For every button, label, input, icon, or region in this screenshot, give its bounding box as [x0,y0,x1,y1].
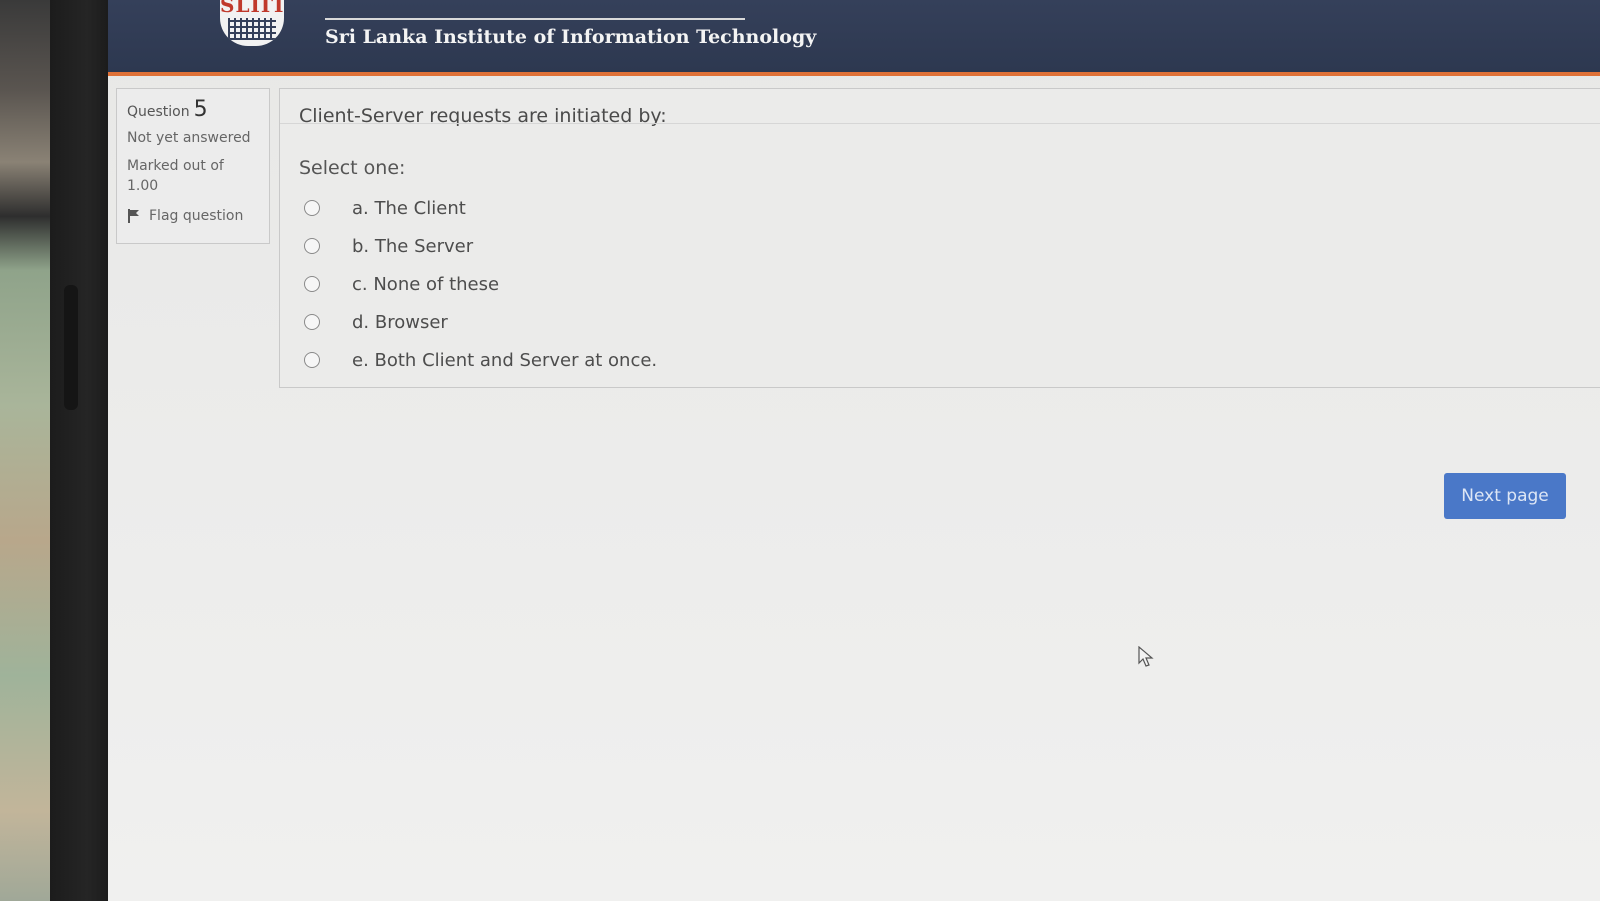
question-state: Not yet answered [127,130,251,146]
radio-button[interactable] [304,314,320,330]
answer-option-c[interactable]: c. None of these [304,265,657,303]
radio-button[interactable] [304,352,320,368]
laptop-bezel [50,0,112,901]
grade-label: Marked out of [127,158,224,174]
question-content: Client-Server requests are initiated by:… [279,88,1600,388]
flag-icon [128,209,139,223]
answer-option-b[interactable]: b. The Server [304,227,657,265]
header-rule [325,18,745,20]
site-header: SLIIT Sri Lanka Institute of Information… [108,0,1600,76]
question-info-panel: Question 5 Not yet answered Marked out of… [116,88,270,244]
logo-text: SLIIT [220,0,284,17]
radio-button[interactable] [304,200,320,216]
answer-label[interactable]: e. Both Client and Server at once. [352,350,657,371]
answer-label[interactable]: d. Browser [352,312,448,333]
question-number-value: 5 [193,97,208,122]
content-divider [280,123,1600,124]
question-label: Question [127,104,190,120]
question-grade: Marked out of 1.00 [127,156,259,196]
answer-label[interactable]: a. The Client [352,198,466,219]
answer-prompt: Select one: [299,157,406,179]
answer-label[interactable]: c. None of these [352,274,499,295]
grade-value: 1.00 [127,178,159,194]
logo-crest-icon [228,18,276,40]
screen: SLIIT Sri Lanka Institute of Information… [108,0,1600,901]
flag-question-label: Flag question [149,208,244,224]
flag-question-link[interactable]: Flag question [127,208,259,224]
radio-button[interactable] [304,238,320,254]
next-page-button[interactable]: Next page [1444,473,1566,519]
sliit-logo[interactable]: SLIIT [220,0,284,46]
answer-label[interactable]: b. The Server [352,236,473,257]
bezel-hinge [64,285,78,410]
answer-option-d[interactable]: d. Browser [304,303,657,341]
answer-list: a. The Client b. The Server c. None of t… [304,189,657,379]
institution-name: Sri Lanka Institute of Information Techn… [325,26,817,48]
question-number: Question 5 [127,97,259,122]
answer-option-e[interactable]: e. Both Client and Server at once. [304,341,657,379]
radio-button[interactable] [304,276,320,292]
answer-option-a[interactable]: a. The Client [304,189,657,227]
mouse-cursor-icon [1138,646,1154,667]
